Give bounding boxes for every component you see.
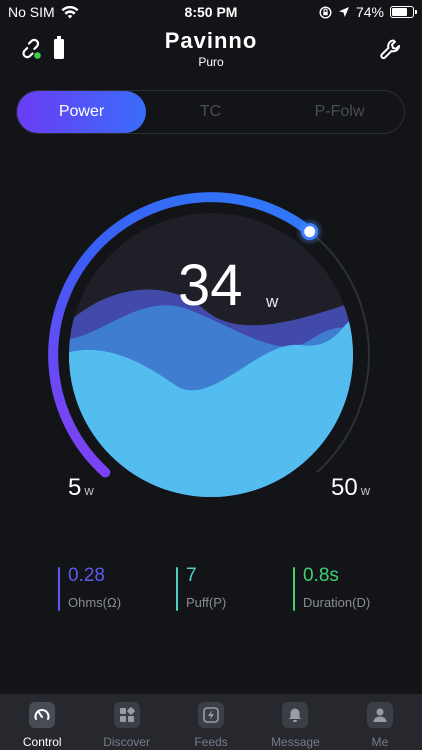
tab-p-folw[interactable]: P-Folw bbox=[275, 91, 404, 133]
tab-message[interactable]: Message bbox=[253, 694, 337, 750]
stat-bar bbox=[58, 567, 60, 611]
app-header: Pavinno Puro bbox=[0, 24, 422, 80]
power-gauge[interactable] bbox=[0, 150, 422, 530]
stat-bar bbox=[176, 567, 178, 611]
gauge-icon bbox=[29, 702, 56, 728]
stat-puff: 7 Puff(P) bbox=[176, 565, 226, 613]
tab-label: Control bbox=[22, 735, 62, 749]
gauge-min-unit: w bbox=[84, 483, 94, 498]
stats-row: 0.28 Ohms(Ω) 7 Puff(P) 0.8s Duration(D) bbox=[0, 565, 422, 615]
tab-feeds[interactable]: Feeds bbox=[169, 694, 253, 750]
stat-ohms: 0.28 Ohms(Ω) bbox=[58, 565, 121, 613]
gauge-min-value: 5 bbox=[68, 474, 82, 501]
grid-icon bbox=[113, 702, 140, 728]
stat-duration: 0.8s Duration(D) bbox=[293, 565, 370, 613]
tab-control[interactable]: Control bbox=[0, 694, 84, 750]
bottom-tab-bar: Control Discover Feeds Message Me bbox=[0, 694, 422, 750]
tab-power[interactable]: Power bbox=[17, 91, 146, 133]
gauge-value: 34 bbox=[178, 253, 243, 318]
rotation-lock-icon bbox=[319, 5, 332, 19]
stat-value: 7 bbox=[186, 565, 197, 586]
tab-label: Feeds bbox=[194, 735, 228, 749]
status-bar: No SIM 8:50 PM 74% bbox=[0, 0, 422, 24]
tab-label: Discover bbox=[103, 735, 150, 749]
bolt-icon bbox=[198, 702, 225, 728]
bell-icon bbox=[282, 702, 309, 728]
tab-label: Me bbox=[371, 735, 389, 749]
tab-label: Message bbox=[271, 735, 320, 749]
gauge-max-value: 50 bbox=[331, 474, 358, 501]
gauge-max: 50 w bbox=[331, 474, 370, 502]
person-icon bbox=[366, 702, 393, 728]
stat-bar bbox=[293, 567, 295, 611]
gauge-unit: w bbox=[266, 292, 279, 311]
device-name: Puro bbox=[198, 55, 224, 69]
mode-tabs: Power TC P-Folw bbox=[16, 90, 405, 134]
stat-label: Duration(D) bbox=[303, 595, 371, 610]
tab-me[interactable]: Me bbox=[338, 694, 422, 750]
stat-label: Ohms(Ω) bbox=[68, 595, 122, 610]
brand-name: Pavinno bbox=[164, 28, 258, 53]
battery-percent: 74% bbox=[355, 4, 384, 20]
stat-value: 0.8s bbox=[303, 565, 339, 586]
gauge-max-unit: w bbox=[360, 483, 371, 498]
tab-discover[interactable]: Discover bbox=[84, 694, 168, 750]
brand: Pavinno Puro bbox=[0, 28, 422, 69]
stat-label: Puff(P) bbox=[186, 595, 227, 610]
location-arrow-icon bbox=[338, 7, 349, 17]
battery-status-icon bbox=[390, 6, 417, 18]
tab-tc[interactable]: TC bbox=[146, 91, 275, 133]
battery-fill bbox=[392, 8, 407, 16]
wrench-icon[interactable] bbox=[380, 39, 402, 66]
gauge-knob[interactable] bbox=[301, 223, 319, 241]
status-right: 74% bbox=[319, 4, 417, 20]
stat-value: 0.28 bbox=[68, 565, 105, 586]
gauge-min: 5w bbox=[68, 474, 94, 502]
